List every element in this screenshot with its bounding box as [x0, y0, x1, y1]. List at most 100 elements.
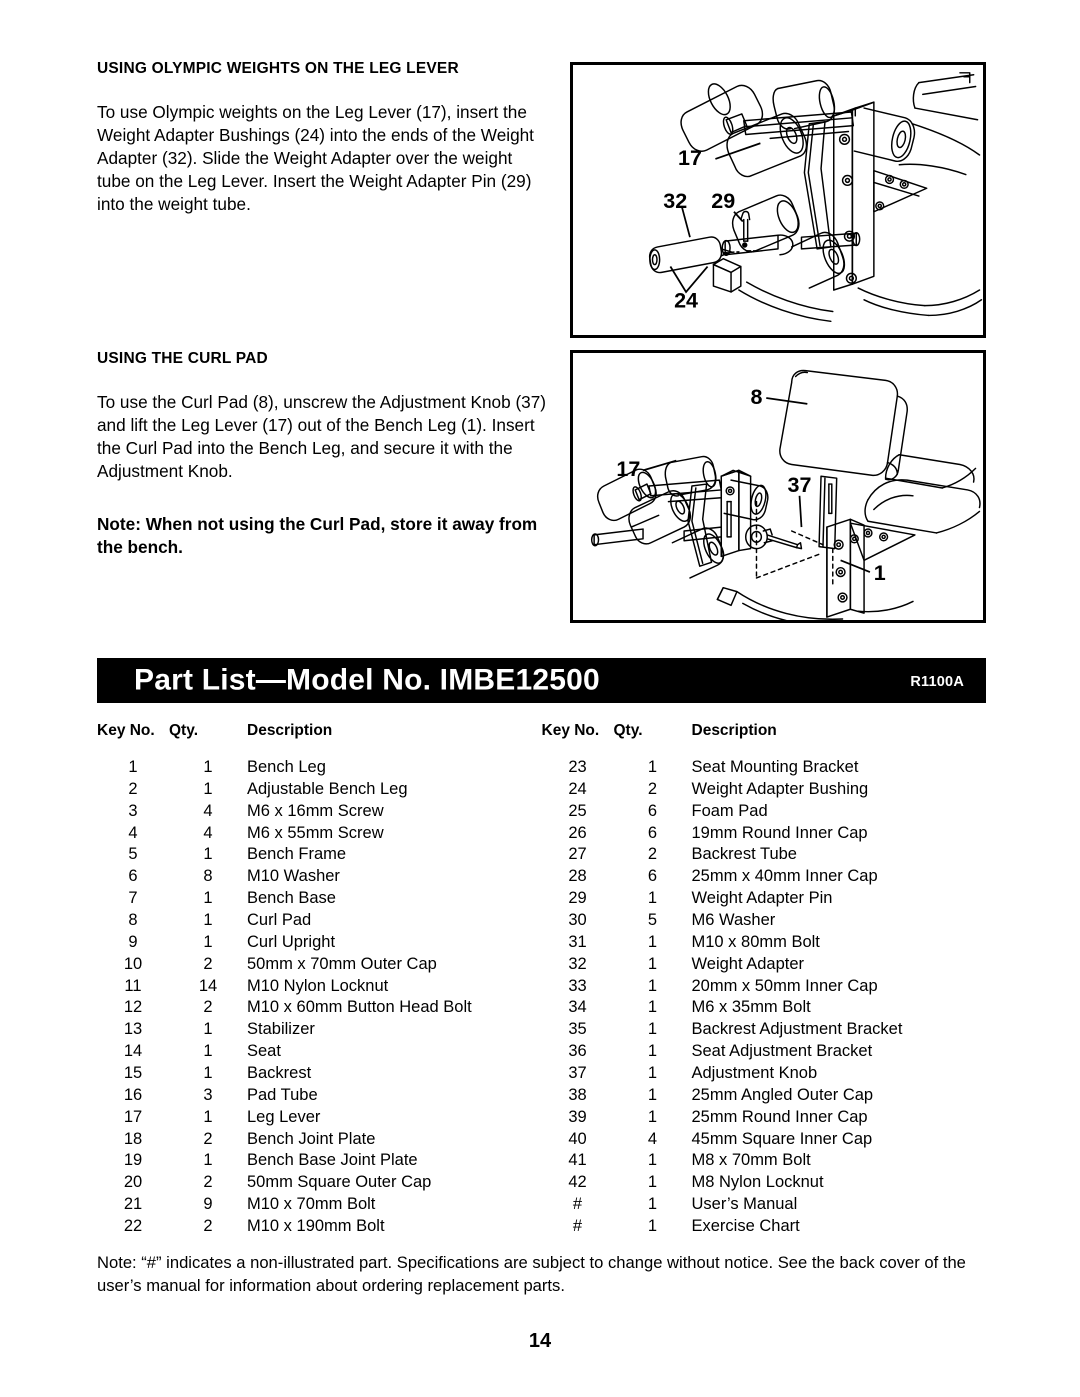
cell-qty: 6 — [647, 867, 658, 886]
table-row: 33 1 20mm x 50mm Inner Cap — [542, 976, 987, 998]
table-row: 24 2 Weight Adapter Bushing — [542, 779, 987, 801]
table-row: 2 1 Adjustable Bench Leg — [97, 779, 542, 801]
cell-qty: 1 — [647, 1173, 658, 1192]
cell-qty: 4 — [203, 823, 213, 842]
cell-key-no: 22 — [123, 1217, 143, 1236]
cell-key-no: 31 — [568, 932, 587, 951]
cell-description: Adjustable Bench Leg — [247, 779, 408, 798]
cell-description: Seat — [247, 1042, 281, 1061]
table-row: 3 4 M6 x 16mm Screw — [97, 801, 542, 823]
cell-key-no: 12 — [123, 998, 143, 1017]
table-row: 36 1 Seat Adjustment Bracket — [542, 1041, 987, 1063]
cell-key-no: 33 — [568, 976, 587, 995]
cell-key-no: 3 — [128, 801, 138, 820]
cell-key-no: 39 — [568, 1107, 587, 1126]
col-header-qty: Qty. — [169, 722, 198, 739]
table-row: 25 6 Foam Pad — [542, 801, 987, 823]
cell-description: 20mm x 50mm Inner Cap — [691, 976, 878, 995]
col-header-description: Description — [247, 722, 333, 739]
cell-description: M10 x 190mm Bolt — [247, 1217, 385, 1236]
table-row: 5 1 Bench Frame — [97, 844, 542, 866]
cell-key-no: 10 — [123, 954, 143, 973]
callout-37: 37 — [788, 473, 812, 497]
section-heading-olympic-weights: USING OLYMPIC WEIGHTS ON THE LEG LEVER — [97, 60, 459, 77]
cell-description: 50mm Square Outer Cap — [247, 1173, 432, 1192]
part-list-footnote: Note: “#” indicates a non-illustrated pa… — [97, 1253, 966, 1295]
callout-17: 17 — [616, 457, 640, 481]
cell-qty: 2 — [647, 845, 658, 864]
cell-qty: 6 — [647, 823, 658, 842]
cell-key-no: 13 — [123, 1020, 143, 1039]
cell-qty: 2 — [647, 779, 658, 798]
cell-qty: 1 — [203, 911, 213, 930]
table-row: 41 1 M8 x 70mm Bolt — [542, 1150, 987, 1172]
part-list-left-column: Key No. Qty. Description 1 1 Bench Leg 2 1 Ad… — [97, 722, 542, 1238]
cell-description: M10 x 60mm Button Head Bolt — [247, 998, 472, 1017]
cell-key-no: 15 — [123, 1064, 143, 1083]
section-heading-curl-pad: USING THE CURL PAD — [97, 350, 268, 367]
cell-key-no: # — [572, 1195, 583, 1214]
table-row: 28 6 25mm x 40mm Inner Cap — [542, 866, 987, 888]
table-header-row: Key No. Qty. Description — [542, 722, 987, 757]
cell-qty: 1 — [647, 932, 658, 951]
cell-description: Curl Pad — [247, 911, 312, 930]
cell-qty: 1 — [203, 889, 213, 908]
table-row: 34 1 M6 x 35mm Bolt — [542, 997, 987, 1019]
cell-description: Bench Leg — [247, 758, 326, 776]
revision-code: R1100A — [910, 673, 964, 690]
table-row: 4 4 M6 x 55mm Screw — [97, 823, 542, 845]
table-row: 11 14 M10 Nylon Locknut — [97, 976, 542, 998]
table-row: 1 1 Bench Leg — [97, 757, 542, 779]
table-row: 38 1 25mm Angled Outer Cap — [542, 1085, 987, 1107]
cell-qty: 2 — [203, 1129, 213, 1148]
cell-key-no: 11 — [124, 976, 142, 995]
table-row: 26 6 19mm Round Inner Cap — [542, 823, 987, 845]
page-number: 14 — [528, 1330, 552, 1352]
table-row: 31 1 M10 x 80mm Bolt — [542, 932, 987, 954]
table-row: 20 2 50mm Square Outer Cap — [97, 1172, 542, 1194]
table-row: 18 2 Bench Joint Plate — [97, 1129, 542, 1151]
cell-description: Seat Mounting Bracket — [691, 758, 859, 776]
cell-description: 50mm x 70mm Outer Cap — [247, 954, 437, 973]
part-list-banner: Part List—Model No. IMBE12500 R1100A — [97, 658, 986, 703]
cell-qty: 9 — [203, 1195, 213, 1214]
cell-description: M10 x 80mm Bolt — [691, 932, 820, 951]
section-body-curl-pad: To use the Curl Pad (8), unscrew the Adj… — [97, 391, 547, 481]
cell-key-no: 42 — [568, 1173, 587, 1192]
cell-key-no: 4 — [128, 823, 138, 842]
table-row: #1 User’s Manual — [542, 1194, 987, 1216]
cell-description: Stabilizer — [247, 1020, 315, 1039]
table-row: 37 1 Adjustment Knob — [542, 1063, 987, 1085]
parts-table-left: Key No. Qty. Description 1 1 Bench Leg 2 1 Ad… — [97, 722, 542, 1238]
cell-key-no: 14 — [123, 1042, 143, 1061]
curl-pad-installation-drawing: 8 17 37 1 — [590, 369, 981, 620]
cell-qty: 1 — [647, 998, 658, 1017]
cell-key-no: 21 — [123, 1195, 143, 1214]
table-row: 13 1 Stabilizer — [97, 1019, 542, 1041]
cell-key-no: 6 — [128, 867, 138, 886]
cell-qty: 6 — [647, 801, 658, 820]
section-curl-pad: USING THE CURL PAD To use the Curl Pad (… — [97, 350, 549, 559]
table-row: 27 2 Backrest Tube — [542, 844, 987, 866]
cell-qty: 1 — [203, 1020, 213, 1039]
cell-qty: 1 — [647, 1217, 658, 1236]
cell-qty: 3 — [203, 1085, 213, 1104]
cell-key-no: 9 — [128, 932, 138, 951]
callout-29: 29 — [711, 189, 735, 213]
cell-qty: 1 — [203, 1064, 213, 1083]
cell-description: M6 Washer — [691, 911, 776, 930]
cell-qty: 1 — [203, 758, 213, 776]
callout-32: 32 — [663, 189, 687, 213]
cell-description: 25mm x 40mm Inner Cap — [691, 867, 878, 886]
cell-description: Weight Adapter — [691, 954, 805, 973]
cell-description: Curl Upright — [247, 932, 336, 951]
cell-description: Backrest Tube — [691, 845, 797, 864]
cell-qty: 8 — [203, 867, 213, 886]
cell-description: M10 Washer — [247, 867, 340, 886]
cell-description: M6 x 16mm Screw — [247, 801, 384, 820]
cell-key-no: 36 — [568, 1042, 587, 1061]
cell-description: Foam Pad — [691, 801, 768, 820]
cell-description: M8 x 70mm Bolt — [691, 1151, 811, 1170]
table-row: 16 3 Pad Tube — [97, 1085, 542, 1107]
